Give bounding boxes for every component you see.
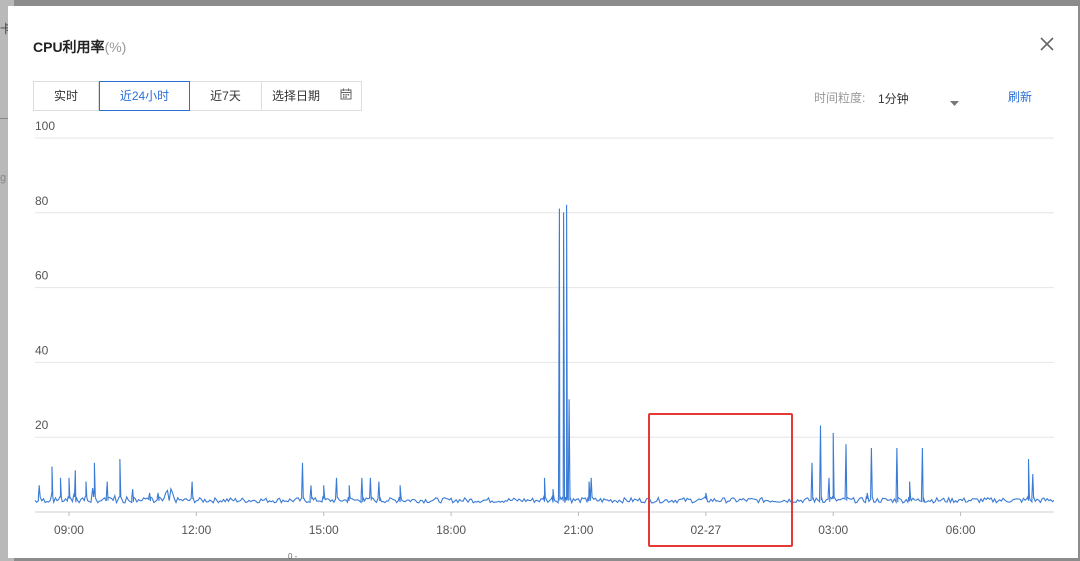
data-point — [558, 208, 560, 210]
cpu-usage-chart: 1008060402009:00 12:00 15:00 18:00 21:00 02-2… — [34, 119, 1055, 537]
data-point — [565, 204, 568, 206]
data-point — [845, 444, 847, 446]
data-point — [909, 481, 911, 483]
y-tick-label: 40 — [35, 343, 49, 357]
data-point — [866, 492, 868, 494]
cpu-usage-line — [34, 205, 1055, 505]
x-tick-label: 09:00 — [54, 523, 84, 537]
x-tick-label: 12:00 — [181, 523, 211, 537]
x-tick-label: 06:00 — [946, 523, 976, 537]
data-point — [38, 485, 40, 487]
data-point — [921, 447, 923, 450]
y-tick-label: 100 — [35, 119, 55, 133]
data-point — [1032, 474, 1034, 476]
data-point — [828, 477, 830, 479]
data-point — [335, 477, 338, 479]
background-divider — [0, 118, 8, 119]
data-point — [568, 399, 570, 401]
data-point — [85, 481, 87, 483]
data-point — [74, 470, 76, 472]
x-tick-label: 18:00 — [436, 523, 466, 537]
data-point — [896, 447, 898, 450]
y-tick-label: 20 — [35, 418, 49, 432]
data-point — [348, 485, 350, 487]
data-point — [119, 459, 121, 461]
data-point — [51, 466, 53, 468]
data-point — [543, 477, 546, 479]
data-point — [563, 212, 565, 214]
data-point — [361, 477, 363, 479]
data-point — [106, 481, 108, 483]
data-point — [870, 447, 873, 450]
data-point — [378, 481, 380, 483]
highlight-annotation-box — [648, 413, 793, 547]
data-point — [590, 477, 592, 479]
data-point — [59, 477, 62, 479]
data-point — [310, 485, 312, 487]
data-point — [1027, 459, 1030, 461]
x-tick-label: 21:00 — [563, 523, 593, 537]
data-point — [93, 462, 96, 464]
data-point — [68, 477, 70, 479]
data-point — [301, 462, 304, 464]
data-point — [132, 488, 134, 491]
background-page-text-2: g — [0, 172, 7, 184]
x-tick-label: 03:00 — [818, 523, 848, 537]
data-point — [323, 485, 325, 487]
data-point — [157, 492, 159, 494]
y-tick-label: 80 — [35, 194, 49, 208]
data-point — [552, 488, 554, 491]
y-tick-label: 60 — [35, 269, 49, 283]
data-point — [588, 481, 590, 483]
data-point — [811, 462, 813, 464]
data-point — [149, 492, 151, 494]
background-footer-text: 0 - — [288, 552, 298, 561]
data-point — [819, 425, 822, 427]
data-point — [191, 481, 193, 483]
x-tick-label: 15:00 — [309, 523, 339, 537]
data-point — [369, 477, 372, 479]
data-point — [399, 485, 401, 487]
cpu-usage-dialog: CPU利用率(%) 实时 近24小时 近7天 选择日期 时间粒度: 1分钟 刷新… — [8, 6, 1078, 558]
data-point — [832, 432, 834, 435]
